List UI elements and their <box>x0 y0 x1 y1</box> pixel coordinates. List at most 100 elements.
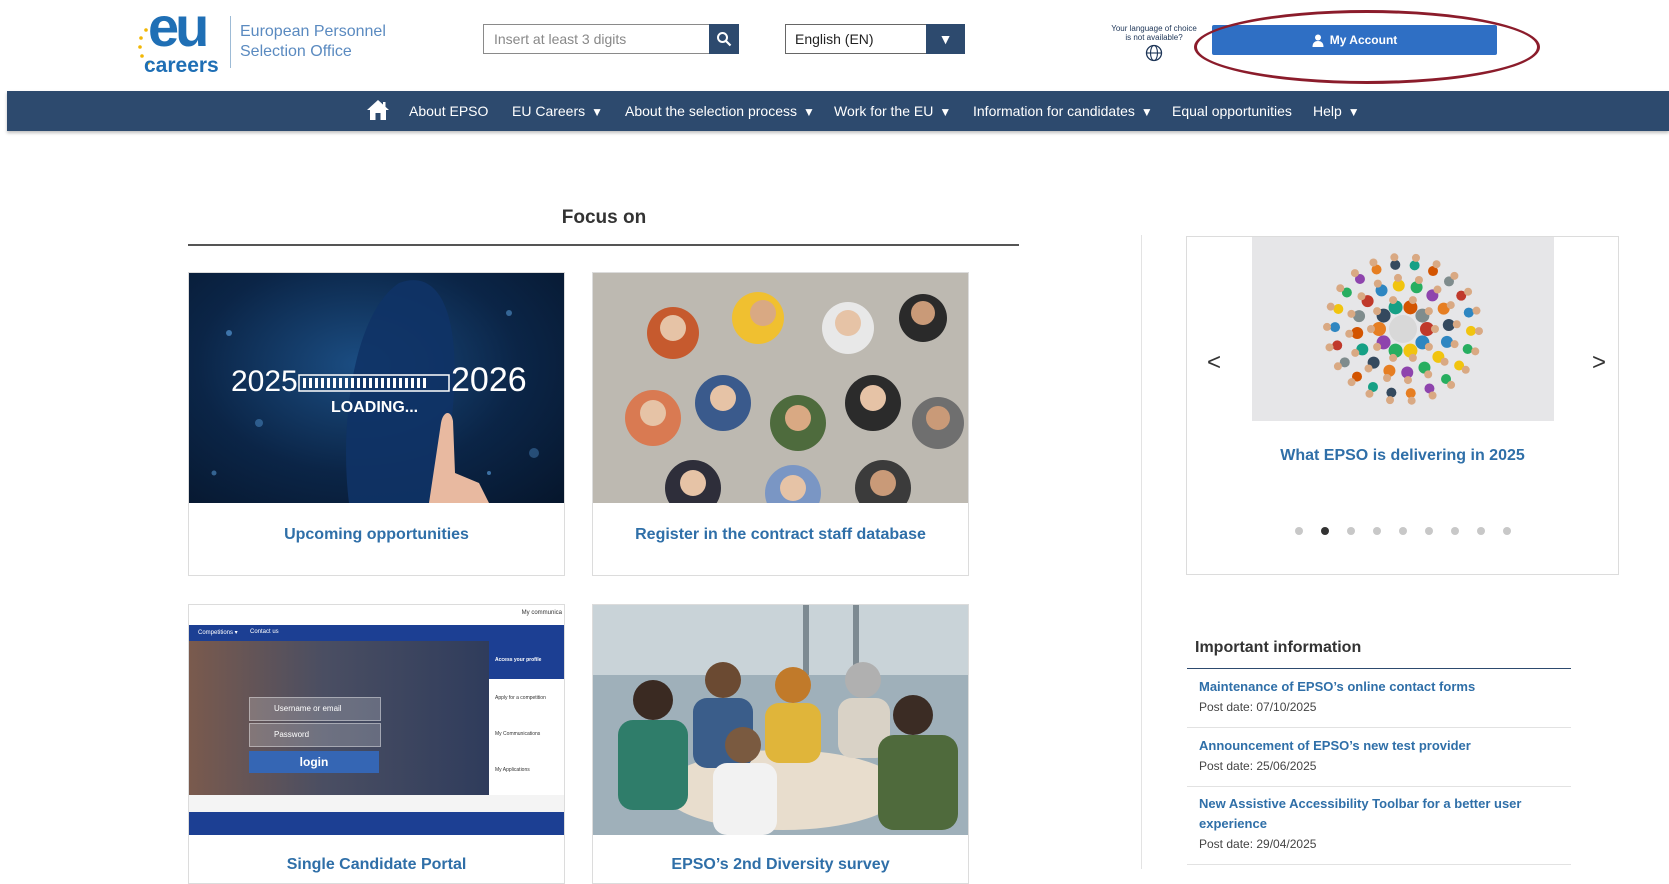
eu-careers-logo[interactable]: eu careers European Personnel Selection … <box>138 0 398 77</box>
carousel-dot[interactable] <box>1476 527 1485 535</box>
portal-menu-item: Apply for a competition <box>495 695 546 701</box>
chevron-down-icon: ▼ <box>926 24 965 54</box>
info-separator <box>1187 727 1571 728</box>
carousel-dot[interactable] <box>1502 527 1511 535</box>
news-carousel: < > What EPSO is delivering in 2025 <box>1186 236 1619 575</box>
crowd-illustration <box>593 273 968 503</box>
search-box <box>483 24 739 54</box>
globe-icon <box>1145 44 1163 62</box>
home-icon[interactable] <box>366 99 390 121</box>
portal-menu-item: Access your profile <box>489 641 564 679</box>
carousel-dot[interactable] <box>1450 527 1459 535</box>
main-nav: About EPSO EU Careers ▼ About the selection… <box>7 91 1669 131</box>
nav-item-label: About the selection process <box>625 103 797 119</box>
portal-user-placeholder: Username or email <box>274 704 342 713</box>
portal-sidemenu: Access your profile Apply for a competit… <box>489 641 564 795</box>
card-single-candidate-portal[interactable]: My communica Competitions ▾ Contact us U… <box>188 604 565 884</box>
chevron-down-icon: ▼ <box>803 105 815 119</box>
nav-item-work-for-the-eu[interactable]: Work for the EU ▼ <box>834 91 951 131</box>
org-name: European Personnel Selection Office <box>240 22 386 62</box>
language-note-line2: is not available? <box>1125 33 1183 42</box>
search-button[interactable] <box>709 24 739 54</box>
portal-pass-field: Password <box>249 723 381 747</box>
info-item-date: Post date: 29/04/2025 <box>1199 837 1317 851</box>
my-account-label: My Account <box>1329 33 1398 47</box>
image-loading-text: LOADING... <box>331 399 419 416</box>
portal-hero: Username or email Password login <box>189 641 489 795</box>
column-separator <box>1141 235 1142 869</box>
portal-tab-contact: Contact us <box>250 629 279 635</box>
info-item-link[interactable]: Announcement of EPSO’s new test provider <box>1199 736 1569 756</box>
chevron-down-icon: ▼ <box>1140 105 1153 119</box>
my-account-button[interactable]: My Account <box>1212 25 1497 55</box>
carousel-prev-button[interactable]: < <box>1207 349 1221 377</box>
info-item-link[interactable]: Maintenance of EPSO’s online contact for… <box>1199 677 1569 697</box>
info-item: Announcement of EPSO’s new test provider… <box>1199 736 1569 776</box>
portal-menu-item: My Applications <box>495 767 530 773</box>
nav-item-eu-careers[interactable]: EU Careers ▼ <box>512 91 603 131</box>
language-selected: English (EN) <box>795 31 874 47</box>
nav-item-about-the-selection-process[interactable]: About the selection process ▼ <box>625 91 815 131</box>
carousel-dot[interactable] <box>1424 527 1433 535</box>
important-info-title: Important information <box>1195 639 1362 656</box>
carousel-dot[interactable] <box>1398 527 1407 535</box>
carousel-dots <box>1187 522 1618 540</box>
info-item-date: Post date: 25/06/2025 <box>1199 759 1317 773</box>
search-icon <box>717 32 732 47</box>
portal-login-button: login <box>249 751 379 773</box>
carousel-next-button[interactable]: > <box>1592 349 1606 377</box>
carousel-image[interactable] <box>1252 237 1554 421</box>
card-label: Register in the contract staff database <box>635 526 926 543</box>
info-item: Maintenance of EPSO’s online contact for… <box>1199 677 1569 717</box>
nav-item-label: Work for the EU <box>834 103 934 119</box>
image-year-to: 2026 <box>451 361 527 399</box>
image-year-from: 2025 <box>231 365 298 398</box>
portal-pass-placeholder: Password <box>274 730 310 739</box>
portal-menu-item: My Communications <box>495 731 541 737</box>
carousel-caption[interactable]: What EPSO is delivering in 2025 <box>1187 447 1618 465</box>
nav-item-about-epso[interactable]: About EPSO <box>409 91 488 131</box>
info-separator <box>1187 864 1571 865</box>
language-not-available-link[interactable]: Your language of choice is not available… <box>1100 24 1208 62</box>
chevron-down-icon: ▼ <box>1347 105 1360 119</box>
card-contract-staff-database[interactable]: Register in the contract staff database <box>592 272 969 576</box>
focus-title: Focus on <box>561 207 647 228</box>
nav-item-label: About EPSO <box>409 103 489 119</box>
language-note-line1: Your language of choice <box>1111 24 1197 33</box>
logo-mark: eu <box>148 0 209 58</box>
carousel-dot[interactable] <box>1346 527 1355 535</box>
logo-careers: careers <box>144 54 219 77</box>
card-label: EPSO’s 2nd Diversity survey <box>671 856 890 873</box>
card-image-portal: My communica Competitions ▾ Contact us U… <box>189 605 564 835</box>
chevron-down-icon: ▼ <box>939 105 952 119</box>
carousel-dot[interactable] <box>1294 527 1303 535</box>
focus-divider <box>188 244 1019 246</box>
org-name-line2: Selection Office <box>240 43 352 60</box>
info-item-link[interactable]: New Assistive Accessibility Toolbar for … <box>1199 794 1539 834</box>
logo-divider <box>230 16 231 68</box>
nav-item-label: Information for candidates <box>973 103 1135 119</box>
people-circle-illustration <box>1252 237 1554 421</box>
portal-user-field: Username or email <box>249 697 381 721</box>
card-image-crowd <box>593 273 968 503</box>
nav-item-equal-opportunities[interactable]: Equal opportunities <box>1172 91 1292 131</box>
nav-item-help[interactable]: Help ▼ <box>1313 91 1360 131</box>
language-select[interactable]: English (EN) ▼ <box>785 24 965 54</box>
info-item: New Assistive Accessibility Toolbar for … <box>1199 794 1539 854</box>
card-upcoming-opportunities[interactable]: 2025 2026 LOADING... Upcoming opportunit… <box>188 272 565 576</box>
card-label: Single Candidate Portal <box>286 856 467 873</box>
meeting-illustration <box>593 605 968 835</box>
portal-topbar: My communica <box>189 605 564 625</box>
nav-item-label: EU Careers <box>512 103 586 119</box>
org-name-line1: European Personnel <box>240 23 386 40</box>
search-input[interactable] <box>484 25 708 53</box>
info-separator <box>1187 786 1571 787</box>
carousel-dot[interactable] <box>1372 527 1381 535</box>
card-diversity-survey[interactable]: EPSO’s 2nd Diversity survey <box>592 604 969 884</box>
carousel-dot[interactable] <box>1320 527 1329 535</box>
user-icon <box>1312 34 1324 47</box>
portal-footer-bar <box>189 812 564 835</box>
nav-item-label: Help <box>1313 103 1342 119</box>
nav-item-information-for-candidates[interactable]: Information for candidates ▼ <box>973 91 1153 131</box>
card-image-loading: 2025 2026 LOADING... <box>189 273 564 503</box>
